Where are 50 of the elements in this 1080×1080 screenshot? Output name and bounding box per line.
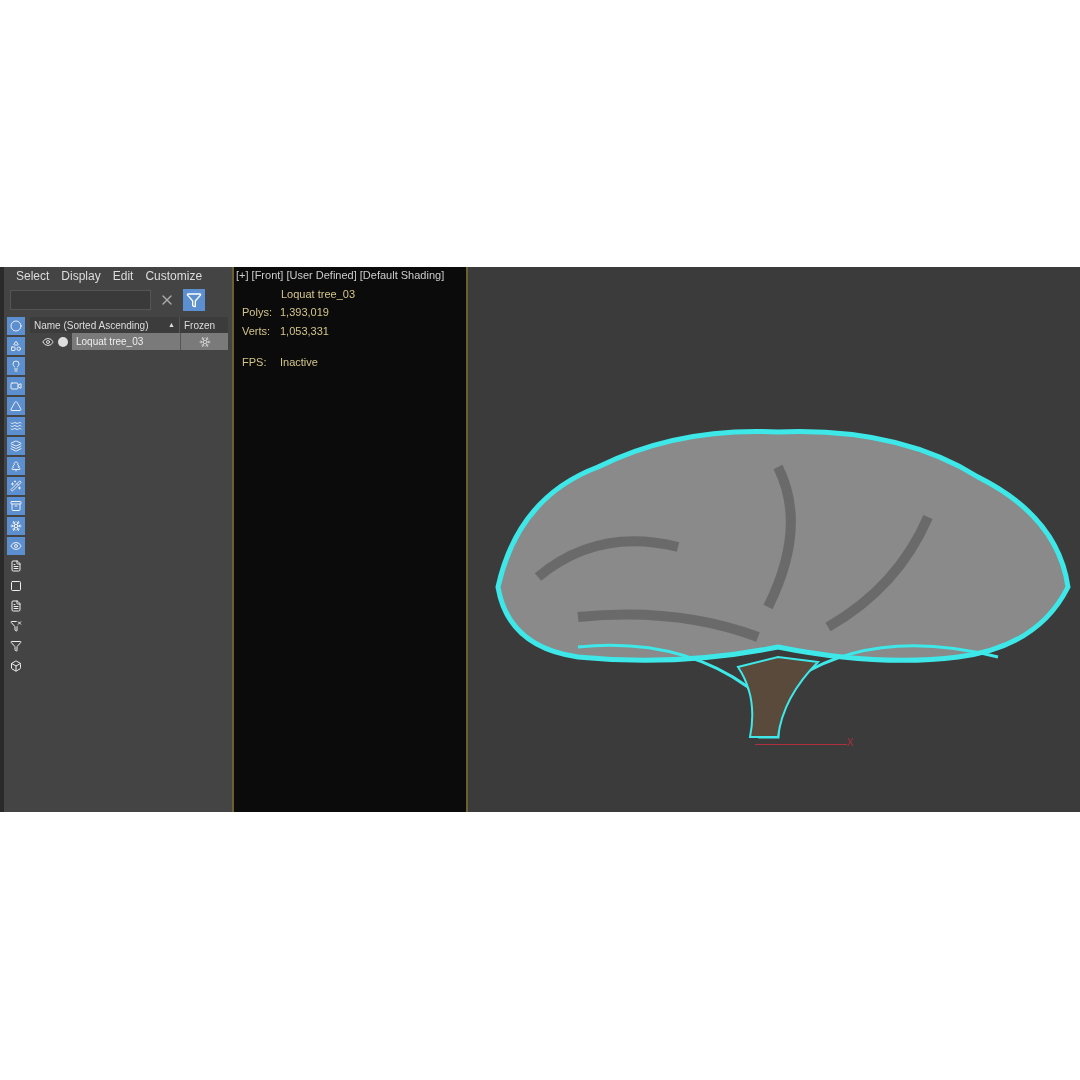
toggle-shapes-button[interactable] [7, 337, 25, 355]
menu-item[interactable]: Edit [112, 267, 134, 285]
lightbulb-icon [10, 360, 22, 372]
toggle-archive-button[interactable] [7, 497, 25, 515]
archive-icon [10, 500, 22, 512]
menu-item[interactable]: Select [16, 267, 50, 285]
viewport-label[interactable]: [+] [Front] [User Defined] [Default Shading] [236, 267, 458, 284]
toggle-lightbulb-button[interactable] [7, 357, 25, 375]
toggle-snowflake-button[interactable] [7, 517, 25, 535]
object-name: Loquat tree_03 [281, 286, 356, 302]
shapes-icon [10, 340, 22, 352]
stat-value: 1,393,019 [280, 305, 329, 320]
search-field[interactable] [10, 290, 151, 310]
document-icon [10, 600, 22, 612]
menu-item[interactable]: Display [61, 267, 101, 285]
stat-label: FPS: [242, 355, 268, 370]
square-icon [10, 580, 22, 592]
menu-item[interactable]: Customize [145, 267, 203, 285]
filter-button[interactable] [183, 289, 205, 311]
snowflake-icon [10, 520, 22, 532]
column-label: Name (Sorted Ascending) [34, 318, 149, 333]
toggle-wand-button[interactable] [7, 477, 25, 495]
snowflake-icon[interactable] [198, 335, 211, 348]
wand-icon [10, 480, 22, 492]
toggle-camera-button[interactable] [7, 377, 25, 395]
stat-value: Inactive [280, 355, 318, 370]
stat-label: Polys: [242, 305, 273, 320]
column-header[interactable]: Frozen [180, 317, 228, 333]
toggle-eye-button[interactable] [7, 537, 25, 555]
filter-icon [10, 640, 22, 652]
toggle-sphere-button[interactable] [7, 317, 25, 335]
stat-value: 1,053,331 [280, 323, 329, 339]
object-name-cell[interactable]: Loquat tree_03 [72, 333, 180, 350]
layers-icon [10, 440, 22, 452]
sphere-icon [10, 320, 22, 332]
triangle-icon [10, 400, 22, 412]
toggle-triangle-button[interactable] [7, 397, 25, 415]
eye-icon [10, 540, 22, 552]
eye-icon[interactable] [42, 335, 54, 348]
stat-label: Verts: [242, 323, 272, 339]
tree-icon [10, 460, 22, 472]
filter-icon [10, 620, 22, 632]
axis-label: X [847, 736, 854, 750]
waves-icon [10, 420, 22, 432]
document-icon [10, 560, 22, 572]
camera-icon [10, 380, 22, 392]
toggle-waves-button[interactable] [7, 417, 25, 435]
toggle-layers-button[interactable] [7, 437, 25, 455]
toggle-tree-button[interactable] [7, 457, 25, 475]
box-icon [10, 660, 22, 672]
